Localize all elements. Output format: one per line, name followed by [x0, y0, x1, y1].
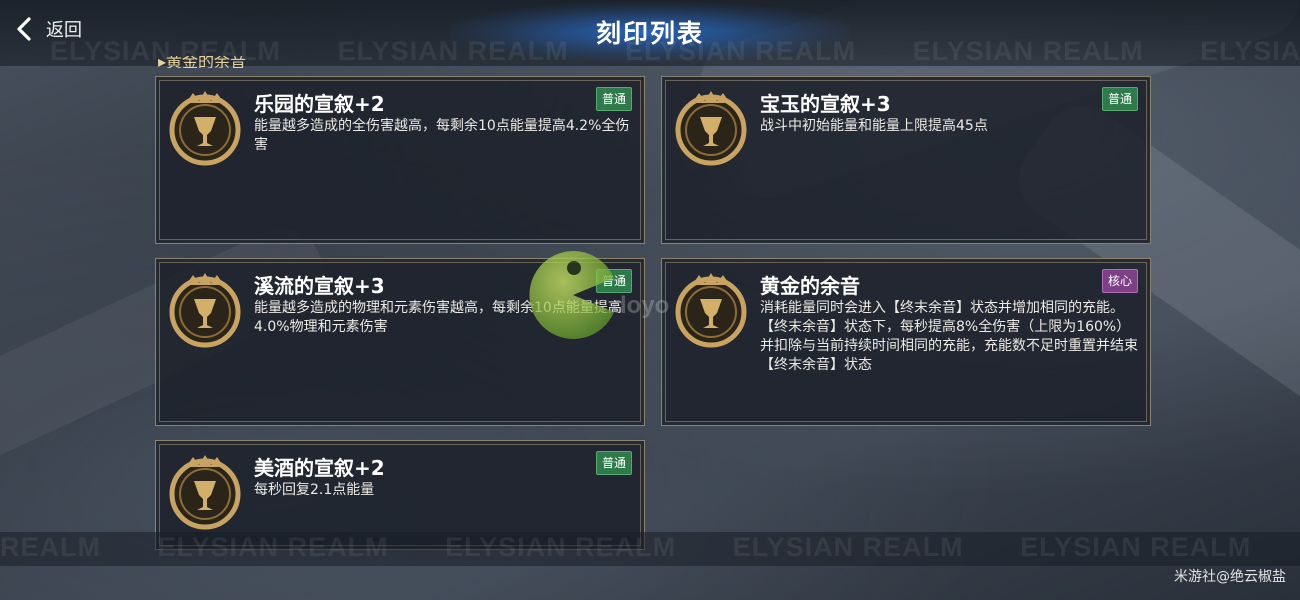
rarity-badge: 核心: [1101, 269, 1138, 293]
banner-text: ELYSIAN REALM: [912, 36, 1144, 66]
imprint-card[interactable]: 乐园的宣叙+2 普通 能量越多造成的全伤害越高，每剩余10点能量提高4.2%全伤…: [155, 76, 645, 244]
banner-text: ELYSIAN REALM: [732, 532, 964, 562]
imprint-card-core[interactable]: 黄金的余音 核心 消耗能量同时会进入【终末余音】状态并增加相同的充能。【终末余音…: [661, 258, 1151, 426]
banner-bottom: REALM ELYSIAN REALM ELYSIAN REALM ELYSIA…: [0, 532, 1300, 566]
banner-text: ELYSIAN REALM: [337, 36, 569, 66]
card-description: 消耗能量同时会进入【终末余音】状态并增加相同的充能。【终末余音】状态下，每秒提高…: [760, 300, 1138, 373]
card-description: 能量越多造成的全伤害越高，每剩余10点能量提高4.2%全伤害: [254, 118, 630, 153]
section-heading: ▸黄金的余音: [158, 56, 247, 68]
card-description: 战斗中初始能量和能量上限提高45点: [760, 118, 988, 134]
card-title: 宝玉的宣叙+3: [760, 92, 891, 116]
watermark-text: doyo: [612, 292, 670, 319]
imprint-card[interactable]: 宝玉的宣叙+3 普通 战斗中初始能量和能量上限提高45点: [661, 76, 1151, 244]
rarity-badge: 普通: [595, 451, 632, 475]
chalice-emblem-icon: [169, 455, 241, 530]
chalice-emblem-icon: [675, 91, 747, 166]
card-title: 黄金的余音: [760, 274, 860, 298]
banner-text: ELYSIAN REALM: [1200, 36, 1300, 66]
banner-text: ELYSIAN REALM: [445, 532, 677, 562]
card-title: 乐园的宣叙+2: [254, 92, 385, 116]
rarity-badge: 普通: [595, 87, 632, 111]
chalice-emblem-icon: [675, 273, 747, 348]
chalice-emblem-icon: [169, 273, 241, 348]
pacman-watermark-icon: [529, 251, 614, 339]
chalice-emblem-icon: [169, 91, 241, 166]
banner-text: REALM: [0, 532, 101, 562]
credit-text: 米游社@绝云椒盐: [1174, 569, 1286, 585]
card-title: 美酒的宣叙+2: [254, 456, 385, 480]
rarity-badge: 普通: [1101, 87, 1138, 111]
card-title: 溪流的宣叙+3: [254, 274, 385, 298]
card-description: 每秒回复2.1点能量: [254, 482, 375, 498]
banner-text: ELYSIAN REALM: [157, 532, 389, 562]
banner-text: ELYSIAN REALM: [1020, 532, 1252, 562]
banner-text: ELYSIAN REALM: [625, 36, 857, 66]
